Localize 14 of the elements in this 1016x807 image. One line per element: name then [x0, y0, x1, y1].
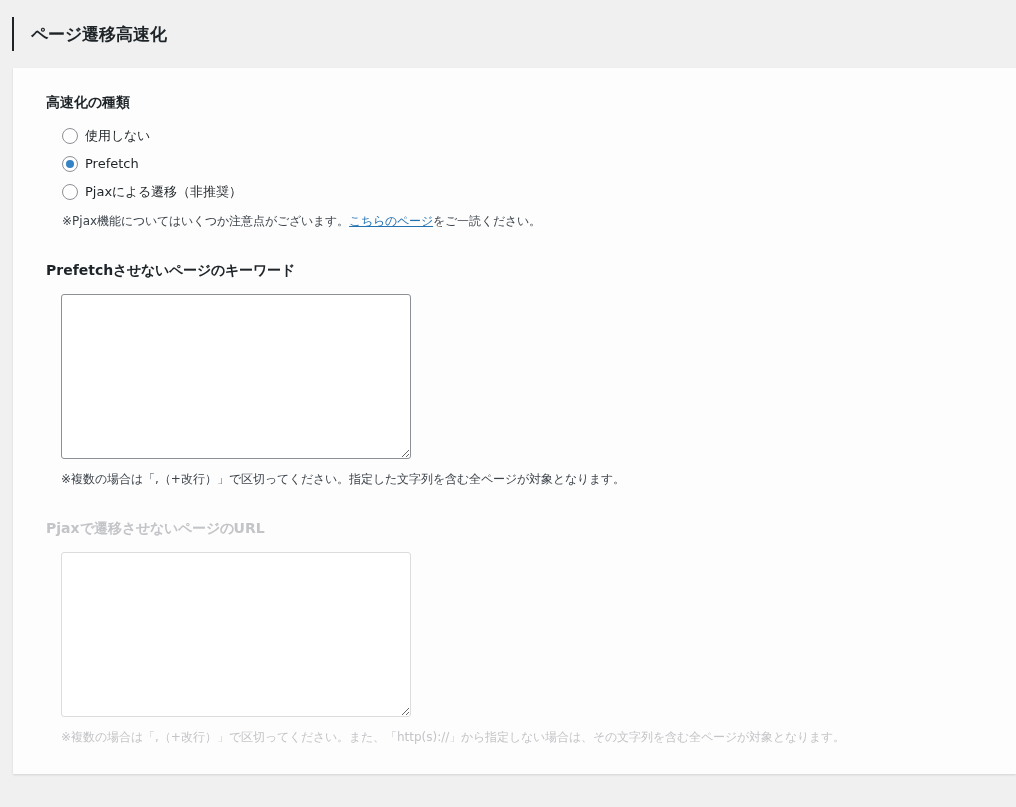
radio-label[interactable]: 使用しない: [85, 126, 150, 146]
textarea-field[interactable]: [61, 294, 411, 459]
note-text: ※複数の場合は「,（+改行）」で区切ってください。指定した文字列を含む全ページが対象となります。: [60, 471, 626, 488]
field-label: Pjaxで遷移させないページのURL: [46, 519, 266, 538]
radio-label[interactable]: Prefetch: [85, 154, 139, 174]
radio-button[interactable]: [62, 156, 78, 172]
note-text: ※Pjax機能についてはいくつか注意点がございます。こちらのページをご一読ください。: [61, 213, 543, 230]
field-label: Prefetchさせないページのキーワード: [46, 261, 297, 280]
radio-label[interactable]: Pjaxによる遷移（非推奨）: [85, 182, 243, 202]
radio-button[interactable]: [62, 184, 78, 200]
page-title: ページ遷移高速化: [12, 17, 1016, 51]
radio-button[interactable]: [62, 128, 78, 144]
section-label: 高速化の種類: [46, 93, 131, 112]
page-link[interactable]: こちらのページ: [349, 214, 434, 228]
